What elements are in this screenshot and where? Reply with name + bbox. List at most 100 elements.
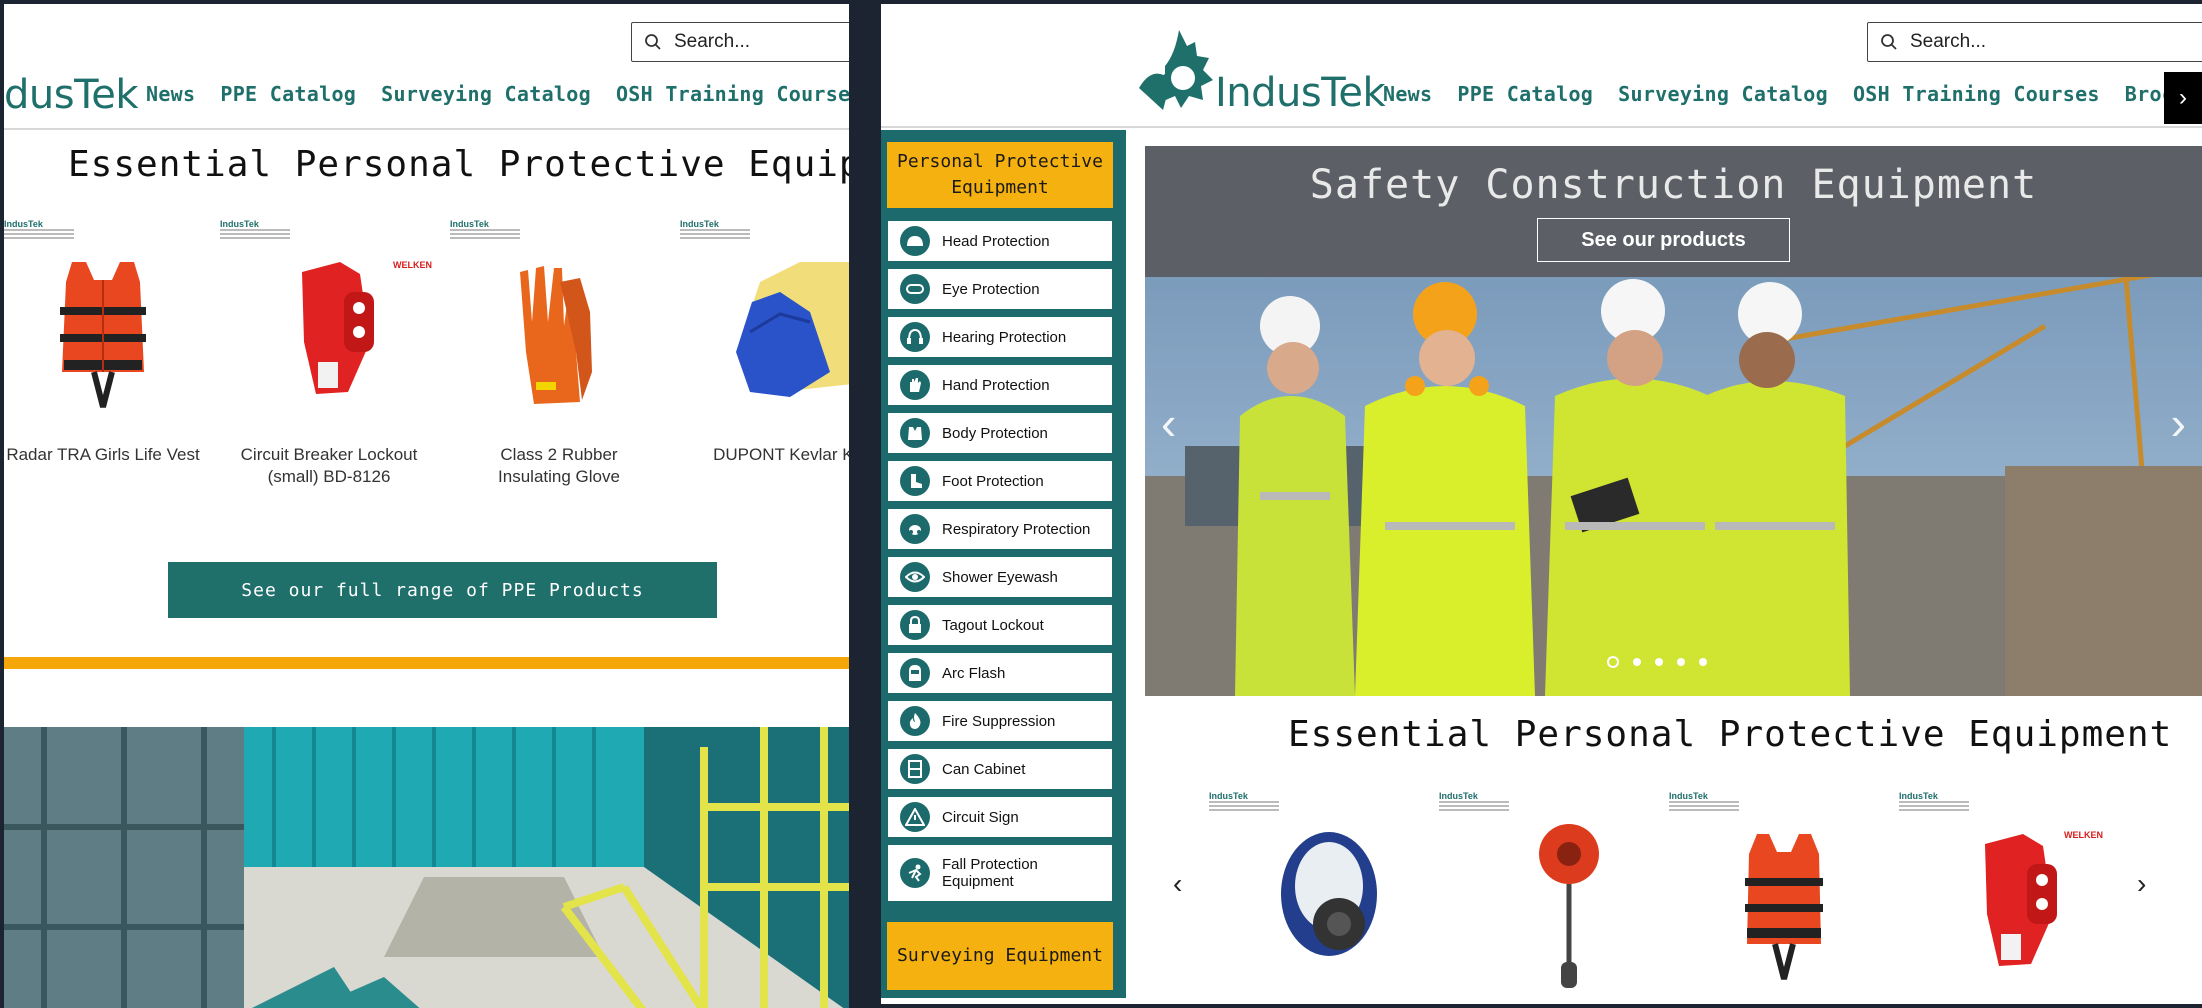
sidebar-item-arc-flash[interactable]: Arc Flash [887,652,1113,694]
slider-prev-arrow-icon[interactable]: ‹ [1161,396,1176,450]
carousel-prev-arrow-icon[interactable]: ‹ [1173,868,1182,900]
nav-surveying-catalog[interactable]: Surveying Catalog [381,82,591,106]
padlock-icon [900,610,930,640]
search-input[interactable] [1910,31,2060,53]
site-logo[interactable]: IndusTek [1215,70,1386,116]
nav-scroll-next-button[interactable]: › [2164,72,2202,124]
search-icon [645,34,661,50]
product-image: IndusTek [1209,792,1409,994]
sidebar-header-ppe[interactable]: Personal Protective Equipment [887,142,1113,208]
slide-dot-1[interactable] [1607,656,1619,668]
sidebar-item-label: Fall Protection Equipment [942,856,1038,890]
sidebar-item-label: Body Protection [942,424,1048,442]
glove-icon [900,370,930,400]
sidebar-item-label: Can Cabinet [942,760,1026,778]
sidebar-item-respiratory-protection[interactable]: Respiratory Protection [887,508,1113,550]
header-divider [881,126,2202,128]
sidebar-item-shower-eyewash[interactable]: Shower Eyewash [887,556,1113,598]
product-name[interactable]: DUPONT Kevlar KK [680,444,849,466]
see-products-button[interactable]: See our products [1537,218,1790,262]
sidebar-item-eye-protection[interactable]: Eye Protection [887,268,1113,310]
nav-osh-training-courses[interactable]: OSH Training Courses [1853,82,2100,106]
product-image: IndusTek [1669,792,1869,994]
nav-osh-training-courses[interactable]: OSH Training Courses [616,82,849,106]
search-box[interactable] [631,22,849,62]
product-card[interactable]: IndusTek WELKEN Circuit Breaker Lockout … [220,220,438,488]
sidebar-header-surveying[interactable]: Surveying Equipment [887,922,1113,990]
respirator-icon [900,514,930,544]
slide-dot-4[interactable] [1677,658,1685,666]
sidebar-item-foot-protection[interactable]: Foot Protection [887,460,1113,502]
cabinet-icon [900,754,930,784]
sidebar-item-label: Head Protection [942,232,1050,250]
full-face-respirator-image [1281,832,1377,956]
full-range-button[interactable]: See our full range of PPE Products [168,562,717,618]
product-card[interactable]: IndusTek Class 2 Rubber Insulating Glove [450,220,668,488]
slide-dot-5[interactable] [1699,658,1707,666]
sidebar-item-label: Arc Flash [942,664,1006,682]
nav-news[interactable]: News [1383,82,1432,106]
vest-icon [900,418,930,448]
arc-flash-hood-icon [900,658,930,688]
sidebar-item-label: Hand Protection [942,376,1050,394]
slide-dot-2[interactable] [1633,658,1641,666]
product-card[interactable]: IndusTek [1209,792,1409,994]
ppe-category-sidebar: Personal Protective Equipment Head Prote… [881,130,1126,998]
left-browser-window: dusTek News PPE Catalog Surveying Catalo… [4,4,849,1008]
carousel-next-arrow-icon[interactable]: › [2137,868,2146,900]
earmuffs-icon [900,322,930,352]
sidebar-item-hearing-protection[interactable]: Hearing Protection [887,316,1113,358]
product-name[interactable]: Radar TRA Girls Life Vest [4,444,212,466]
section-title: Essential Personal Protective Equipment [1288,714,2173,755]
sidebar-item-head-protection[interactable]: Head Protection [887,220,1113,262]
search-input[interactable] [674,31,824,53]
sidebar-item-body-protection[interactable]: Body Protection [887,412,1113,454]
product-name[interactable]: Class 2 Rubber Insulating Glove [450,444,668,488]
sidebar-item-tagout-lockout[interactable]: Tagout Lockout [887,604,1113,646]
product-card[interactable]: IndusTek WELKEN [1899,792,2109,994]
sidebar-item-circuit-sign[interactable]: Circuit Sign [887,796,1113,838]
product-name[interactable]: Circuit Breaker Lockout (small) BD-8126 [220,444,438,488]
hard-hat-icon [900,226,930,256]
main-nav: News PPE Catalog Surveying Catalog OSH T… [146,82,849,106]
hero-title: Safety Construction Equipment [1309,162,2038,208]
life-vest-image [1745,834,1823,980]
warehouse-video[interactable] [4,727,849,1008]
breaker-lockout-image [1985,834,2057,966]
sidebar-item-label: Tagout Lockout [942,616,1044,634]
chevron-right-icon: › [2179,84,2187,111]
product-card[interactable]: IndusTek Radar TRA Girls Life Vest [4,220,212,466]
sidebar-item-label: Foot Protection [942,472,1044,490]
sidebar-item-fire-suppression[interactable]: Fire Suppression [887,700,1113,742]
slider-pagination [1607,656,1707,668]
product-card[interactable]: IndusTek DUPONT Kevlar KK [680,220,849,466]
right-browser-window: IndusTek News PPE Catalog Surveying Cata… [881,4,2202,1004]
hero-slider[interactable]: Safety Construction Equipment See our pr… [1145,146,2202,696]
sidebar-item-fall-protection-equipment[interactable]: Fall Protection Equipment [887,844,1113,902]
product-card[interactable]: IndusTek [1439,792,1639,994]
warning-sign-icon [900,802,930,832]
search-box[interactable] [1867,22,2202,62]
sidebar-item-label: Respiratory Protection [942,520,1091,538]
site-logo[interactable]: dusTek [4,72,139,118]
product-image: IndusTek [450,220,668,422]
goggles-icon [900,274,930,304]
slider-next-arrow-icon[interactable]: › [2171,396,2186,450]
sidebar-item-label: Circuit Sign [942,808,1019,826]
eye-icon [900,562,930,592]
sidebar-item-can-cabinet[interactable]: Can Cabinet [887,748,1113,790]
product-card[interactable]: IndusTek [1669,792,1869,994]
falling-person-icon [900,858,930,888]
nav-surveying-catalog[interactable]: Surveying Catalog [1618,82,1828,106]
main-nav: News PPE Catalog Surveying Catalog OSH T… [1383,82,2187,106]
industek-gear-logo-icon [1139,30,1213,110]
orange-divider [4,657,849,669]
sidebar-item-hand-protection[interactable]: Hand Protection [887,364,1113,406]
product-image: IndusTek [4,220,212,422]
nav-ppe-catalog[interactable]: PPE Catalog [220,82,356,106]
nav-news[interactable]: News [146,82,195,106]
product-image: IndusTek WELKEN [220,220,438,422]
slide-dot-3[interactable] [1655,658,1663,666]
sidebar-item-label: Hearing Protection [942,328,1067,346]
nav-ppe-catalog[interactable]: PPE Catalog [1457,82,1593,106]
